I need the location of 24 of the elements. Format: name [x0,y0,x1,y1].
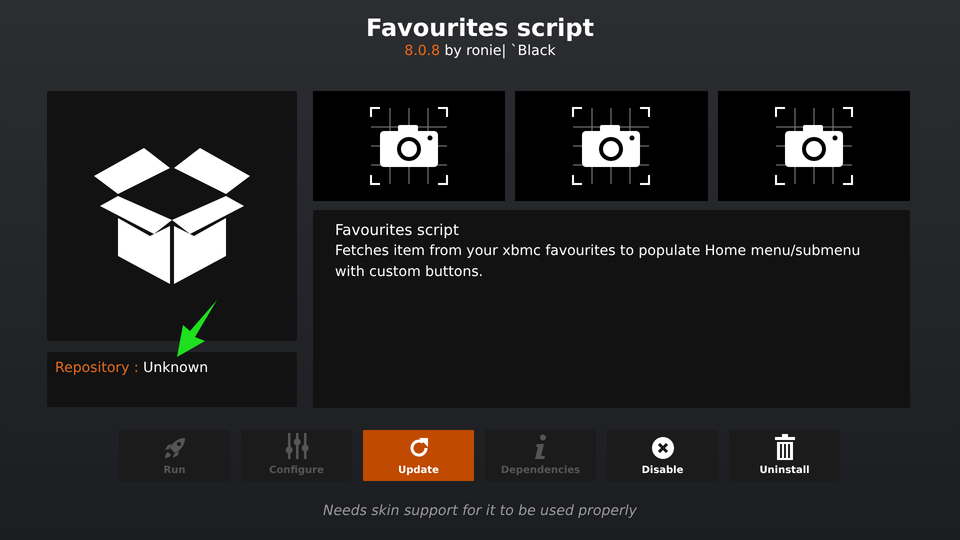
description-title: Favourites script [335,220,460,241]
action-button[interactable]: Update [363,430,474,481]
version-text: 8.0.8 [404,43,440,59]
action-button[interactable]: Uninstall [729,430,840,481]
screenshot-thumbnail[interactable] [515,91,708,201]
rocket-icon [162,436,186,460]
trash-icon [774,434,794,460]
repository-label: Repository : [55,360,139,376]
description-text: Fetches item from your xbmc favourites to populate Home menu/submenu with custom buttons. [335,242,862,282]
screenshot-thumbnail[interactable] [718,91,910,201]
repository-value: Unknown [143,360,208,376]
footer-note: Needs skin support for it to be used properly [322,503,638,519]
info-icon [534,434,548,460]
camera-placeholder-icon [370,107,448,185]
addon-title: Favourites script [366,14,594,42]
screenshot-thumbnail[interactable] [313,91,506,201]
camera-placeholder-icon [774,107,853,185]
action-button[interactable]: Disable [607,430,718,481]
pointer-arrow-icon [175,299,219,359]
author-text: by ronie| `Black [444,43,556,59]
sliders-icon [284,432,308,460]
camera-placeholder-icon [572,107,650,185]
open-box-icon [92,146,252,286]
close-icon [650,436,674,460]
